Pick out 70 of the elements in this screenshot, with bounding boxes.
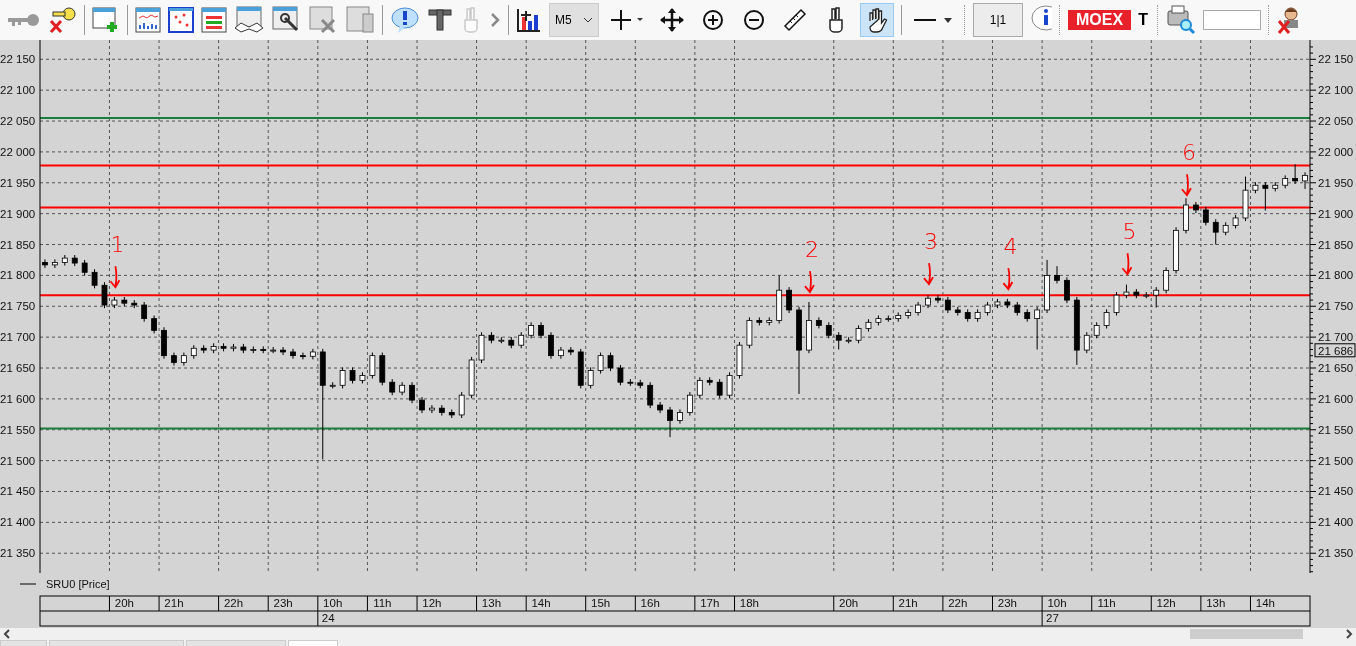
date-label: 27 (1046, 612, 1059, 624)
axis-label: 21 500 (1318, 454, 1354, 467)
interval-dropdown[interactable]: M5 (549, 3, 599, 37)
axis-label: 21 800 (1318, 269, 1354, 282)
time-label: 15h (591, 597, 611, 609)
annotation-number: 6 (1182, 140, 1196, 166)
axis-label: 21 850 (1318, 238, 1354, 251)
time-label: 11h (1097, 597, 1116, 609)
axis-label: 21 900 (1318, 207, 1354, 220)
axis-label: 21 500 (0, 454, 36, 467)
axis-label: 22 100 (1318, 84, 1354, 97)
axis-label: 21 400 (1318, 516, 1354, 529)
ratio-button[interactable]: 1|1 (973, 3, 1023, 37)
exchange-badge: MOEX (1068, 10, 1132, 30)
time-label: 23h (997, 597, 1017, 609)
axis-label: 22 150 (0, 53, 36, 66)
annotation-number: 1 (110, 232, 125, 258)
axis-label: 21 350 (0, 547, 36, 560)
current-price-label: 21 686 (1314, 343, 1356, 358)
time-label: 21h (898, 597, 918, 609)
axis-label: 21 550 (1318, 423, 1354, 436)
axis-label: 22 050 (1318, 115, 1354, 128)
legend-label: SRU0 [Price] (46, 578, 110, 590)
toolbar-text: Т (1138, 11, 1149, 29)
time-label: 13h (481, 597, 502, 609)
axis-label: 21 650 (0, 362, 36, 374)
axis-label: 21 750 (1318, 300, 1354, 313)
axis-label: 21 600 (1318, 392, 1354, 405)
time-label: 18h (739, 597, 759, 609)
annotation-number: 5 (1122, 219, 1137, 245)
axis-label: 21 950 (1318, 176, 1354, 189)
annotation-number: 2 (804, 237, 819, 263)
time-label: 12h (1156, 597, 1176, 609)
axis-label: 21 900 (0, 207, 36, 220)
time-label: 22h (948, 597, 968, 609)
axis-label: 21 850 (0, 238, 36, 251)
time-label: 22h (223, 597, 244, 609)
axis-label: 21 750 (0, 300, 36, 313)
time-label: 21h (164, 597, 184, 609)
axis-label: 21 400 (0, 516, 36, 529)
time-label: 10h (1047, 597, 1067, 609)
axis-label: 21 450 (0, 485, 36, 498)
axis-label: 22 000 (0, 145, 36, 158)
axis-label: 22 000 (1318, 145, 1354, 158)
axis-label: 21 450 (1318, 485, 1354, 498)
time-label: 17h (700, 597, 720, 609)
time-label: 13h (1206, 597, 1226, 609)
axis-label: 21 650 (1318, 362, 1354, 374)
time-label: 14h (1255, 597, 1275, 609)
time-label: 20h (114, 597, 134, 609)
axis-label: 22 150 (1318, 53, 1354, 66)
axis-label: 21 550 (0, 423, 36, 436)
axis-label: 21 800 (0, 269, 36, 282)
date-label: 24 (321, 612, 335, 624)
time-label: 16h (640, 597, 660, 609)
time-label: 14h (531, 597, 551, 609)
annotation-number: 4 (1003, 234, 1018, 260)
axis-label: 22 050 (0, 115, 36, 128)
time-label: 12h (422, 597, 442, 609)
axis-label: 21 700 (0, 331, 36, 344)
axis-label: 21 700 (1318, 331, 1354, 344)
axis-label: 21 350 (1318, 547, 1354, 560)
time-label: 20h (839, 597, 859, 609)
axis-label: 21 600 (0, 392, 36, 405)
time-label: 11h (373, 597, 392, 609)
annotation-number: 3 (924, 229, 938, 255)
time-label: 10h (323, 597, 343, 609)
time-label: 23h (273, 597, 293, 609)
axis-label: 22 100 (0, 84, 36, 97)
axis-label: 21 950 (0, 176, 36, 189)
